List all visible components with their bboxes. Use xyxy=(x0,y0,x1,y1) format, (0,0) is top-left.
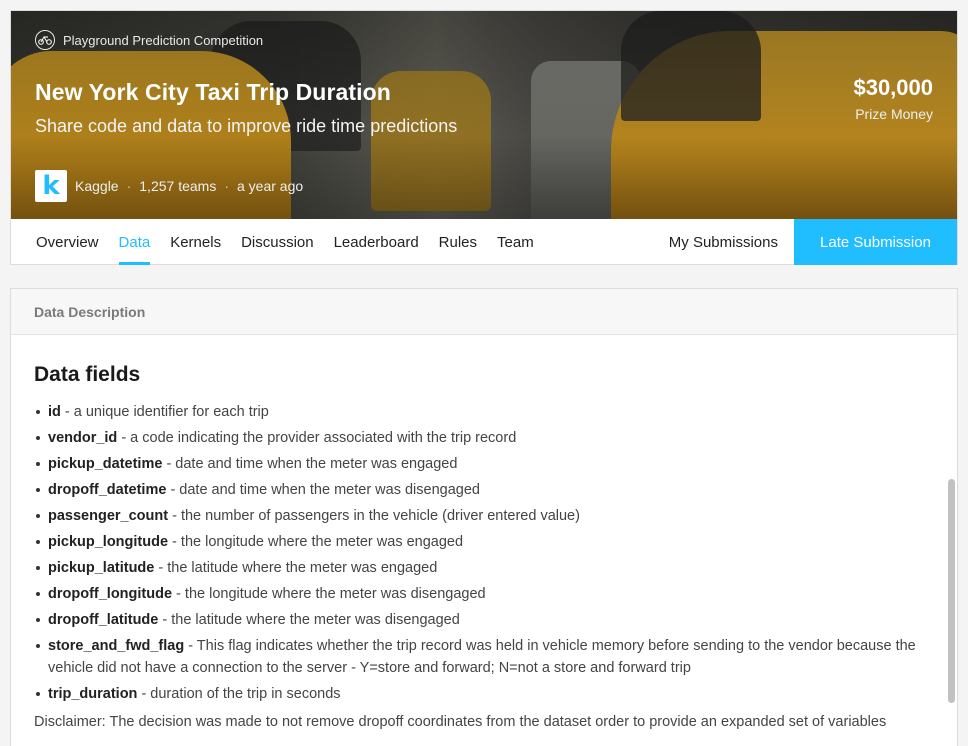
data-description-card: Data Description Data fields id - a uniq… xyxy=(10,288,958,746)
field-description: - the longitude where the meter was enga… xyxy=(168,534,464,550)
field-description: - the longitude where the meter was dise… xyxy=(172,586,486,602)
field-description: - a code indicating the provider associa… xyxy=(117,430,517,446)
host-info: k Kaggle · 1,257 teams · a year ago xyxy=(35,170,303,202)
list-item: pickup_longitude - the longitude where t… xyxy=(34,531,917,553)
host-name[interactable]: Kaggle xyxy=(75,178,119,194)
separator: · xyxy=(126,178,132,194)
competition-subtitle: Share code and data to improve ride time… xyxy=(35,116,458,136)
data-fields-list: id - a unique identifier for each trip v… xyxy=(34,401,917,705)
list-item: dropoff_datetime - date and time when th… xyxy=(34,479,917,501)
competition-header: Playground Prediction Competition New Yo… xyxy=(10,10,958,265)
late-submission-button[interactable]: Late Submission xyxy=(794,219,957,265)
team-count[interactable]: 1,257 teams xyxy=(139,178,216,194)
competition-type: Playground Prediction Competition xyxy=(35,30,263,50)
tab-data[interactable]: Data xyxy=(109,219,161,265)
tab-team[interactable]: Team xyxy=(487,219,544,265)
tabs-spacer xyxy=(544,219,653,265)
field-description: - date and time when the meter was engag… xyxy=(162,456,458,472)
competition-type-label: Playground Prediction Competition xyxy=(63,32,264,48)
list-item: dropoff_latitude - the latitude where th… xyxy=(34,609,917,631)
field-name: passenger_count xyxy=(48,508,169,524)
list-item: pickup_latitude - the latitude where the… xyxy=(34,557,917,579)
data-description-body: Data fields id - a unique identifier for… xyxy=(11,335,957,733)
field-description: - the latitude where the meter was engag… xyxy=(154,560,438,576)
header-banner: Playground Prediction Competition New Yo… xyxy=(11,11,957,219)
field-name: store_and_fwd_flag xyxy=(48,638,185,654)
field-description: - the latitude where the meter was disen… xyxy=(158,612,460,628)
field-name: dropoff_latitude xyxy=(48,612,159,628)
prize: $30,000 Prize Money xyxy=(853,75,933,122)
tab-kernels[interactable]: Kernels xyxy=(160,219,231,265)
my-submissions-link[interactable]: My Submissions xyxy=(653,219,794,265)
list-item: dropoff_longitude - the longitude where … xyxy=(34,583,917,605)
section-header: Data Description xyxy=(11,289,957,335)
field-description: - the number of passengers in the vehicl… xyxy=(168,508,580,524)
competition-title: New York City Taxi Trip Duration xyxy=(35,79,391,105)
page: Playground Prediction Competition New Yo… xyxy=(0,0,968,746)
field-description: - duration of the trip in seconds xyxy=(137,686,341,702)
field-name: dropoff_longitude xyxy=(48,586,173,602)
field-name: vendor_id xyxy=(48,430,118,446)
bicycle-icon xyxy=(35,30,55,50)
field-description: - a unique identifier for each trip xyxy=(60,404,269,420)
list-item: pickup_datetime - date and time when the… xyxy=(34,453,917,475)
tab-leaderboard[interactable]: Leaderboard xyxy=(324,219,429,265)
list-item: passenger_count - the number of passenge… xyxy=(34,505,917,527)
separator: · xyxy=(224,178,229,194)
tab-discussion[interactable]: Discussion xyxy=(231,219,324,265)
list-item: id - a unique identifier for each trip xyxy=(34,401,917,423)
list-item: vendor_id - a code indicating the provid… xyxy=(34,427,917,449)
scrollbar-thumb[interactable] xyxy=(948,479,955,703)
list-item: trip_duration - duration of the trip in … xyxy=(34,683,917,705)
competition-tabs: Overview Data Kernels Discussion Leaderb… xyxy=(11,219,957,265)
tab-rules[interactable]: Rules xyxy=(429,219,487,265)
prize-amount: $30,000 xyxy=(853,75,933,100)
field-description: - date and time when the meter was disen… xyxy=(166,482,480,498)
field-name: pickup_datetime xyxy=(48,456,163,472)
field-name: pickup_longitude xyxy=(48,534,169,550)
list-item: store_and_fwd_flag - This flag indicates… xyxy=(34,635,917,679)
field-name: id xyxy=(48,404,61,420)
field-name: trip_duration xyxy=(48,686,138,702)
disclaimer-text: Disclaimer: The decision was made to not… xyxy=(34,714,887,730)
kaggle-logo-icon[interactable]: k xyxy=(35,170,67,202)
tab-overview[interactable]: Overview xyxy=(11,219,109,265)
competition-age: a year ago xyxy=(237,178,304,194)
data-fields-heading: Data fields xyxy=(34,363,141,386)
prize-label: Prize Money xyxy=(855,106,933,122)
field-name: dropoff_datetime xyxy=(48,482,167,498)
field-name: pickup_latitude xyxy=(48,560,155,576)
